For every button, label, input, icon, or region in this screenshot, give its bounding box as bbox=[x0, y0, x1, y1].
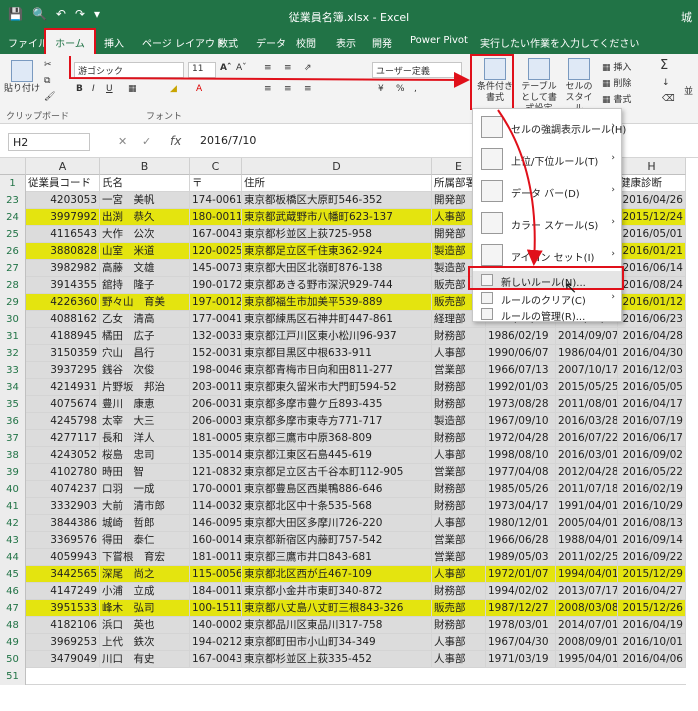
arrow-to-new-rule bbox=[497, 109, 543, 266]
arrow-to-conditional bbox=[69, 56, 470, 88]
mouse-pointer-icon: ↖ bbox=[564, 278, 578, 297]
annotation-arrows bbox=[69, 56, 543, 266]
